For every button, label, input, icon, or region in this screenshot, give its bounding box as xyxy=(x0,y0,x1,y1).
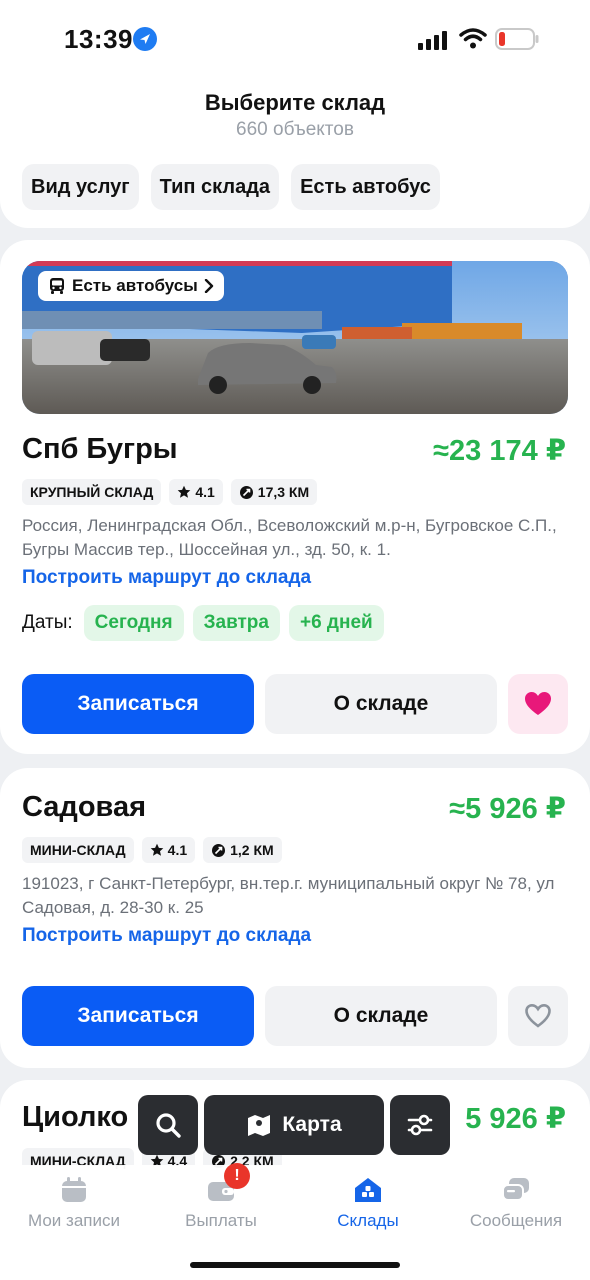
tab-payouts[interactable]: ! Выплаты xyxy=(147,1163,295,1231)
rating-value: 4.1 xyxy=(167,842,188,858)
heart-filled-icon xyxy=(525,692,551,715)
cellular-signal-icon xyxy=(418,31,447,50)
page-title: Выберите склад xyxy=(204,90,386,115)
home-indicator xyxy=(190,1262,400,1268)
location-arrow-icon xyxy=(133,27,157,51)
tab-my-bookings[interactable]: Мои записи xyxy=(0,1175,148,1231)
filter-chips: Вид услуг Тип склада Есть автобус xyxy=(22,164,440,210)
objects-count: 660 объектов xyxy=(236,119,354,140)
search-icon xyxy=(156,1113,181,1138)
dates-label: Даты: xyxy=(22,612,73,633)
tab-label: Выплаты xyxy=(185,1211,257,1230)
filter-service-type[interactable]: Вид услуг xyxy=(22,164,139,210)
map-icon xyxy=(248,1115,271,1136)
battery-low-icon xyxy=(495,28,539,50)
warehouse-photo[interactable]: Есть автобусы xyxy=(22,261,568,414)
tab-messages[interactable]: Сообщения xyxy=(442,1175,590,1231)
status-time: 13:39 xyxy=(64,24,133,54)
payouts-alert-badge: ! xyxy=(224,1163,250,1189)
warehouse-name: Садовая xyxy=(22,791,147,823)
chevron-right-icon xyxy=(204,279,213,293)
dates-row: Даты: Сегодня Завтра +6 дней xyxy=(22,605,384,641)
date-chip-more[interactable]: +6 дней xyxy=(288,605,384,641)
calendar-icon xyxy=(59,1175,89,1205)
date-chip-today[interactable]: Сегодня xyxy=(83,605,184,641)
date-chip-tomorrow[interactable]: Завтра xyxy=(192,605,280,641)
distance-icon xyxy=(212,843,226,857)
search-button[interactable] xyxy=(138,1095,198,1155)
filter-warehouse-type[interactable]: Тип склада xyxy=(150,164,280,210)
distance-icon xyxy=(239,485,253,499)
tab-label: Склады xyxy=(337,1211,399,1230)
warehouse-card[interactable]: Есть автобусы Спб Бугры ≈23 174 ₽ КРУПНЫ… xyxy=(0,240,590,754)
route-link[interactable]: Построить маршрут до склада xyxy=(22,567,311,589)
bus-badge[interactable]: Есть автобусы xyxy=(38,271,224,301)
distance-tag: 1,2 КМ xyxy=(203,837,282,863)
favorite-button[interactable] xyxy=(508,986,568,1046)
warehouse-tags: МИНИ-СКЛАД 4.1 1,2 КМ xyxy=(22,837,282,863)
distance-value: 1,2 КМ xyxy=(230,842,274,858)
warehouse-type-tag: КРУПНЫЙ СКЛАД xyxy=(22,479,162,505)
tab-warehouses[interactable]: Склады xyxy=(294,1175,442,1231)
warehouse-icon xyxy=(353,1175,383,1205)
warehouse-price: ≈23 174 ₽ xyxy=(433,435,566,467)
warehouse-address: Россия, Ленинградская Обл., Всеволожский… xyxy=(22,516,557,559)
distance-tag: 17,3 КМ xyxy=(230,479,318,505)
chat-icon xyxy=(501,1175,531,1205)
filters-button[interactable] xyxy=(390,1095,450,1155)
floating-action-bar: Карта xyxy=(138,1095,450,1155)
rating-tag: 4.1 xyxy=(141,837,196,863)
distance-value: 17,3 КМ xyxy=(257,484,310,500)
page-header: Выберите склад 660 объектов Вид услуг Ти… xyxy=(0,80,590,228)
warehouse-price: ≈5 926 ₽ xyxy=(449,793,566,825)
heart-outline-icon xyxy=(525,1003,551,1028)
route-link[interactable]: Построить маршрут до склада xyxy=(22,925,311,947)
map-button-label: Карта xyxy=(282,1113,342,1136)
rating-tag: 4.1 xyxy=(169,479,223,505)
star-icon xyxy=(150,843,163,856)
signup-button[interactable]: Записаться xyxy=(22,674,254,734)
favorite-button[interactable] xyxy=(508,674,568,734)
tab-label: Мои записи xyxy=(28,1211,120,1230)
sliders-icon xyxy=(407,1114,433,1136)
map-button[interactable]: Карта xyxy=(204,1095,384,1155)
star-icon xyxy=(178,485,191,498)
warehouse-name: Спб Бугры xyxy=(22,433,178,465)
wallet-icon: ! xyxy=(206,1163,250,1205)
warehouse-address: 191023, г Санкт-Петербург, вн.тер.г. мун… xyxy=(22,874,555,917)
rating-value: 4.1 xyxy=(195,484,215,500)
about-warehouse-button[interactable]: О складе xyxy=(265,674,497,734)
warehouse-price: 5 926 ₽ xyxy=(465,1103,566,1135)
signup-button[interactable]: Записаться xyxy=(22,986,254,1046)
warehouse-card[interactable]: Садовая ≈5 926 ₽ МИНИ-СКЛАД 4.1 1,2 КМ 1… xyxy=(0,768,590,1068)
tab-label: Сообщения xyxy=(469,1211,563,1230)
bus-icon xyxy=(50,278,64,294)
filter-has-bus[interactable]: Есть автобус xyxy=(291,164,440,210)
warehouse-type-tag: МИНИ-СКЛАД xyxy=(22,837,134,863)
about-warehouse-button[interactable]: О складе xyxy=(265,986,497,1046)
warehouse-tags: КРУПНЫЙ СКЛАД 4.1 17,3 КМ xyxy=(22,479,318,505)
warehouse-name: Циолко xyxy=(22,1101,129,1133)
bus-badge-label: Есть автобусы xyxy=(72,276,198,295)
status-bar: 13:39 xyxy=(0,0,590,80)
wifi-icon xyxy=(459,28,487,49)
